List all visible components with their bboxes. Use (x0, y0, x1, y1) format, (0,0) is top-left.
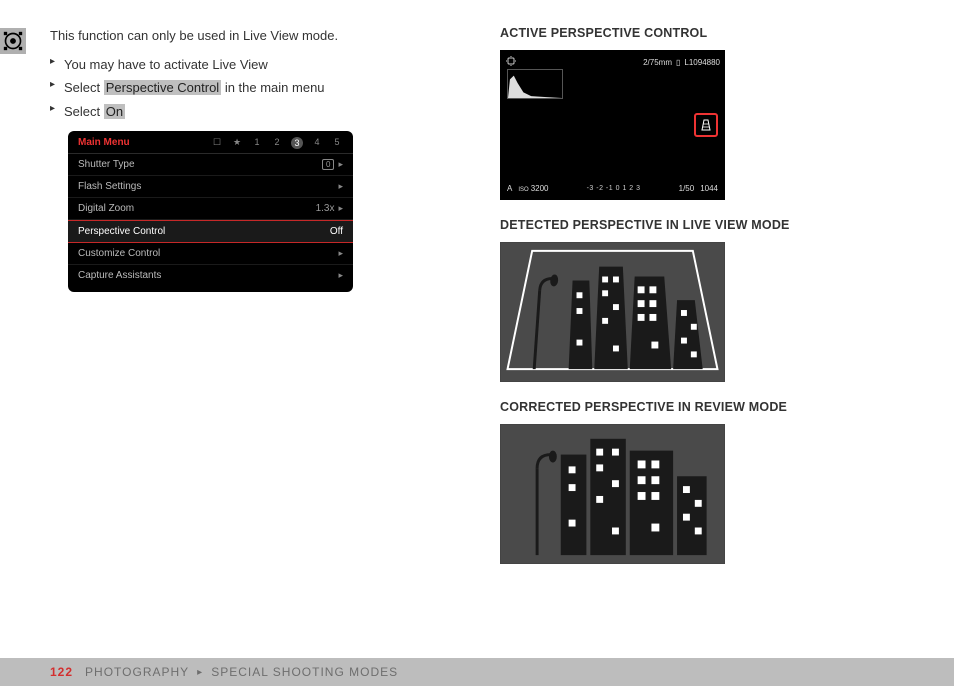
camera-display: 2/75mm ▯ L1094880 A ISO 3200 (500, 50, 725, 200)
steps-list: You may have to activate Live View Selec… (50, 53, 460, 123)
ev-scale: -3 -2 -1 0 1 2 3 (587, 185, 641, 192)
menu-row-flash: Flash Settings ▸ (68, 176, 353, 198)
step-3-a: Select (64, 104, 104, 119)
pager-5: 5 (331, 137, 343, 149)
menu-value: Off (330, 226, 343, 237)
menu-value: 1.3x▸ (316, 203, 343, 214)
menu-header: Main Menu ☐ ★ 1 2 3 4 5 (68, 131, 353, 154)
menu-value: ▸ (338, 270, 343, 281)
histogram (507, 69, 563, 99)
viewfinder-icon (3, 31, 23, 51)
menu-label: Digital Zoom (78, 203, 134, 214)
sd-card-icon: ▯ (676, 58, 680, 67)
step-2: Select Perspective Control in the main m… (50, 76, 460, 99)
pager-2: 2 (271, 137, 283, 149)
chevron-right-icon: ▸ (338, 270, 343, 281)
pager-4: 4 (311, 137, 323, 149)
stabilizer-icon (505, 56, 517, 68)
file-number: L1094880 (684, 58, 720, 67)
menu-pager: ☐ ★ 1 2 3 4 5 (211, 137, 343, 149)
heading-corrected: CORRECTED PERSPECTIVE IN REVIEW MODE (500, 400, 920, 414)
page-footer: 122 PHOTOGRAPHY ▸ SPECIAL SHOOTING MODES (0, 658, 954, 686)
iso-label: ISO (518, 187, 528, 193)
chevron-right-icon: ▸ (338, 159, 343, 170)
menu-row-shutter-type: Shutter Type 0▸ (68, 154, 353, 176)
menu-row-zoom: Digital Zoom 1.3x▸ (68, 198, 353, 220)
menu-value: 0▸ (322, 159, 343, 170)
menu-row-assistants: Capture Assistants ▸ (68, 265, 353, 286)
footer-section: PHOTOGRAPHY (85, 665, 189, 679)
heading-active: ACTIVE PERSPECTIVE CONTROL (500, 26, 920, 40)
left-column: This function can only be used in Live V… (50, 26, 460, 646)
pager-bookmark-icon: ☐ (211, 137, 223, 149)
menu-title: Main Menu (78, 137, 130, 148)
right-column: ACTIVE PERSPECTIVE CONTROL 2/75mm ▯ L109… (500, 26, 920, 646)
menu-row-customize: Customize Control ▸ (68, 243, 353, 265)
chevron-right-icon: ▸ (338, 203, 343, 214)
footer-subsection: SPECIAL SHOOTING MODES (211, 665, 398, 679)
perspective-control-icon (694, 113, 718, 137)
display-top-bar: 2/75mm ▯ L1094880 (505, 55, 720, 69)
pager-3: 3 (291, 137, 303, 149)
sidebar-mode-icon (0, 28, 26, 54)
menu-label: Shutter Type (78, 159, 135, 170)
focal-length: 2/75mm (643, 58, 672, 67)
illustration-corrected (500, 424, 725, 564)
menu-label: Perspective Control (78, 226, 165, 237)
step-3: Select On (50, 100, 460, 123)
menu-value: ▸ (338, 181, 343, 192)
shutter-speed: 1/50 (679, 184, 695, 193)
menu-screenshot: Main Menu ☐ ★ 1 2 3 4 5 Shutter Type 0▸ … (68, 131, 353, 292)
pager-star-icon: ★ (231, 137, 243, 149)
menu-label: Flash Settings (78, 181, 141, 192)
pager-1: 1 (251, 137, 263, 149)
menu-row-perspective: Perspective Control Off (68, 220, 353, 243)
step-2-a: Select (64, 80, 104, 95)
frame-count: 1044 (700, 184, 718, 193)
step-1: You may have to activate Live View (50, 53, 460, 76)
iso-value: 3200 (531, 184, 549, 193)
menu-label: Customize Control (78, 248, 160, 259)
step-3-highlight: On (104, 104, 125, 119)
intro-text: This function can only be used in Live V… (50, 26, 460, 47)
page-content: This function can only be used in Live V… (50, 26, 920, 646)
mode-indicator: A (507, 184, 512, 193)
menu-value: ▸ (338, 248, 343, 259)
display-bottom-bar: A ISO 3200 -3 -2 -1 0 1 2 3 1/50 1044 (507, 181, 718, 195)
page-number: 122 (50, 665, 73, 679)
chevron-right-icon: ▸ (338, 181, 343, 192)
menu-label: Capture Assistants (78, 270, 161, 281)
breadcrumb-separator: ▸ (197, 667, 203, 678)
chevron-right-icon: ▸ (338, 248, 343, 259)
step-2-b: in the main menu (221, 80, 324, 95)
illustration-detected (500, 242, 725, 382)
step-2-highlight: Perspective Control (104, 80, 221, 95)
heading-detected: DETECTED PERSPECTIVE IN LIVE VIEW MODE (500, 218, 920, 232)
